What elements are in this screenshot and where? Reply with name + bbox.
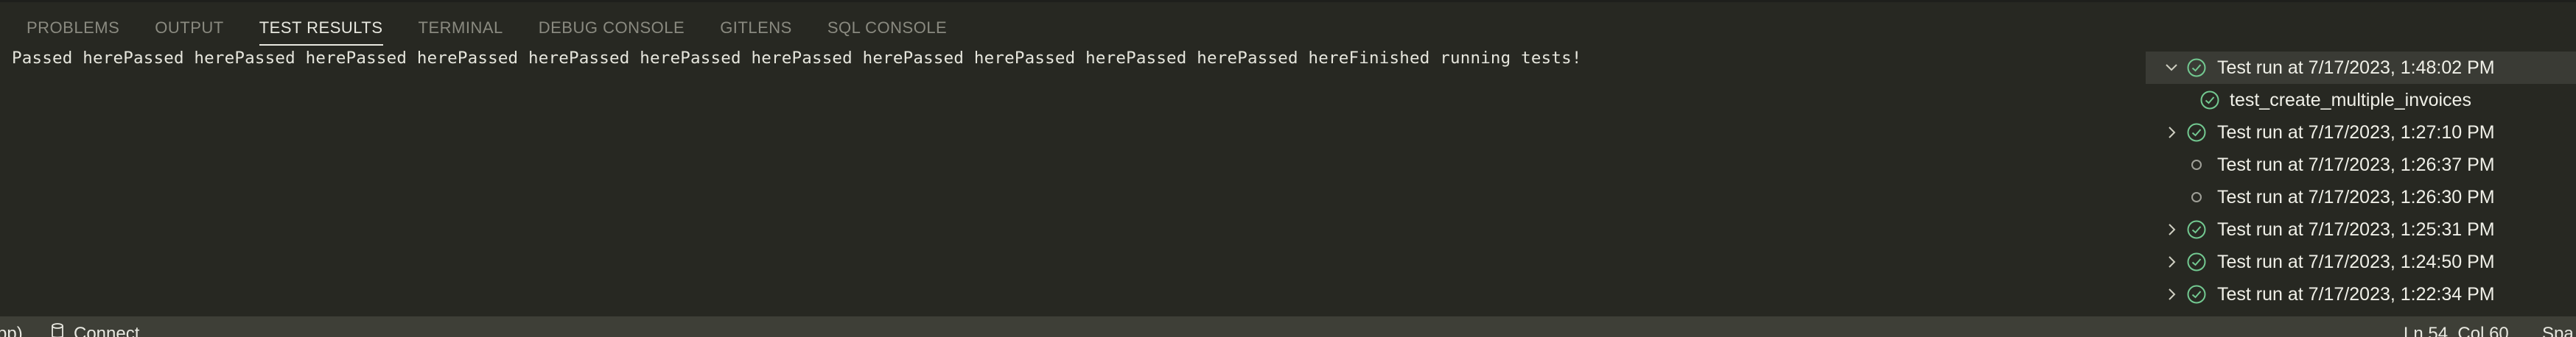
test-run-item[interactable]: Test run at 7/17/2023, 1:27:10 PM [2146,116,2576,149]
status-bar: pp) Connect Ln 54, Col 60 Spa [0,316,2576,337]
pass-icon [2199,89,2221,111]
indentation-status[interactable]: Spa [2542,324,2574,337]
chevron-right-icon[interactable] [2162,252,2181,272]
unset-icon [2185,154,2208,176]
test-case-item[interactable]: test_create_multiple_invoices [2146,84,2576,116]
test-output-text: Passed herePassed herePassed herePassed … [12,49,1582,68]
test-run-label: Test run at 7/17/2023, 1:26:30 PM [2217,186,2495,207]
test-run-item[interactable]: Test run at 7/17/2023, 1:26:30 PM [2146,181,2576,213]
tab-debug-console[interactable]: DEBUG CONSOLE [539,9,685,47]
test-run-label: Test run at 7/17/2023, 1:27:10 PM [2217,121,2495,143]
pass-icon [2185,251,2208,273]
test-run-label: Test run at 7/17/2023, 1:24:50 PM [2217,251,2495,272]
unset-icon [2185,186,2208,208]
test-run-label: Test run at 7/17/2023, 1:22:34 PM [2217,283,2495,305]
tab-gitlens[interactable]: GITLENS [720,9,792,47]
test-run-item[interactable]: Test run at 7/17/2023, 1:22:34 PM [2146,278,2576,311]
connect-button[interactable]: Connect [74,324,139,337]
panel-tab-bar: PROBLEMS OUTPUT TEST RESULTS TERMINAL DE… [0,9,956,47]
tab-test-results[interactable]: TEST RESULTS [259,9,383,47]
panel-top-border [0,0,2576,2]
test-run-item[interactable]: Test run at 7/17/2023, 1:48:02 PM [2146,52,2576,84]
test-run-label: Test run at 7/17/2023, 1:25:31 PM [2217,219,2495,240]
status-left-fragment[interactable]: pp) [0,324,23,337]
chevron-right-icon[interactable] [2162,220,2181,239]
chevron-down-icon[interactable] [2162,58,2181,77]
pass-icon [2185,283,2208,305]
test-case-label: test_create_multiple_invoices [2230,89,2471,110]
tab-output[interactable]: OUTPUT [155,9,223,47]
pass-icon [2185,57,2208,79]
tab-terminal[interactable]: TERMINAL [419,9,503,47]
database-icon [50,322,65,337]
pass-icon [2185,121,2208,143]
test-run-item[interactable]: Test run at 7/17/2023, 1:26:37 PM [2146,149,2576,181]
pass-icon [2185,219,2208,241]
test-run-item[interactable]: Test run at 7/17/2023, 1:24:50 PM [2146,246,2576,278]
chevron-right-icon[interactable] [2162,123,2181,142]
test-run-label: Test run at 7/17/2023, 1:26:37 PM [2217,154,2495,175]
tab-problems[interactable]: PROBLEMS [27,9,119,47]
test-run-item[interactable]: Test run at 7/17/2023, 1:25:31 PM [2146,213,2576,246]
tab-sql-console[interactable]: SQL CONSOLE [827,9,947,47]
cursor-position[interactable]: Ln 54, Col 60 [2404,324,2509,337]
chevron-right-icon[interactable] [2162,285,2181,304]
test-run-label: Test run at 7/17/2023, 1:48:02 PM [2217,57,2495,78]
test-results-tree: Test run at 7/17/2023, 1:48:02 PM test_c… [2146,52,2576,316]
